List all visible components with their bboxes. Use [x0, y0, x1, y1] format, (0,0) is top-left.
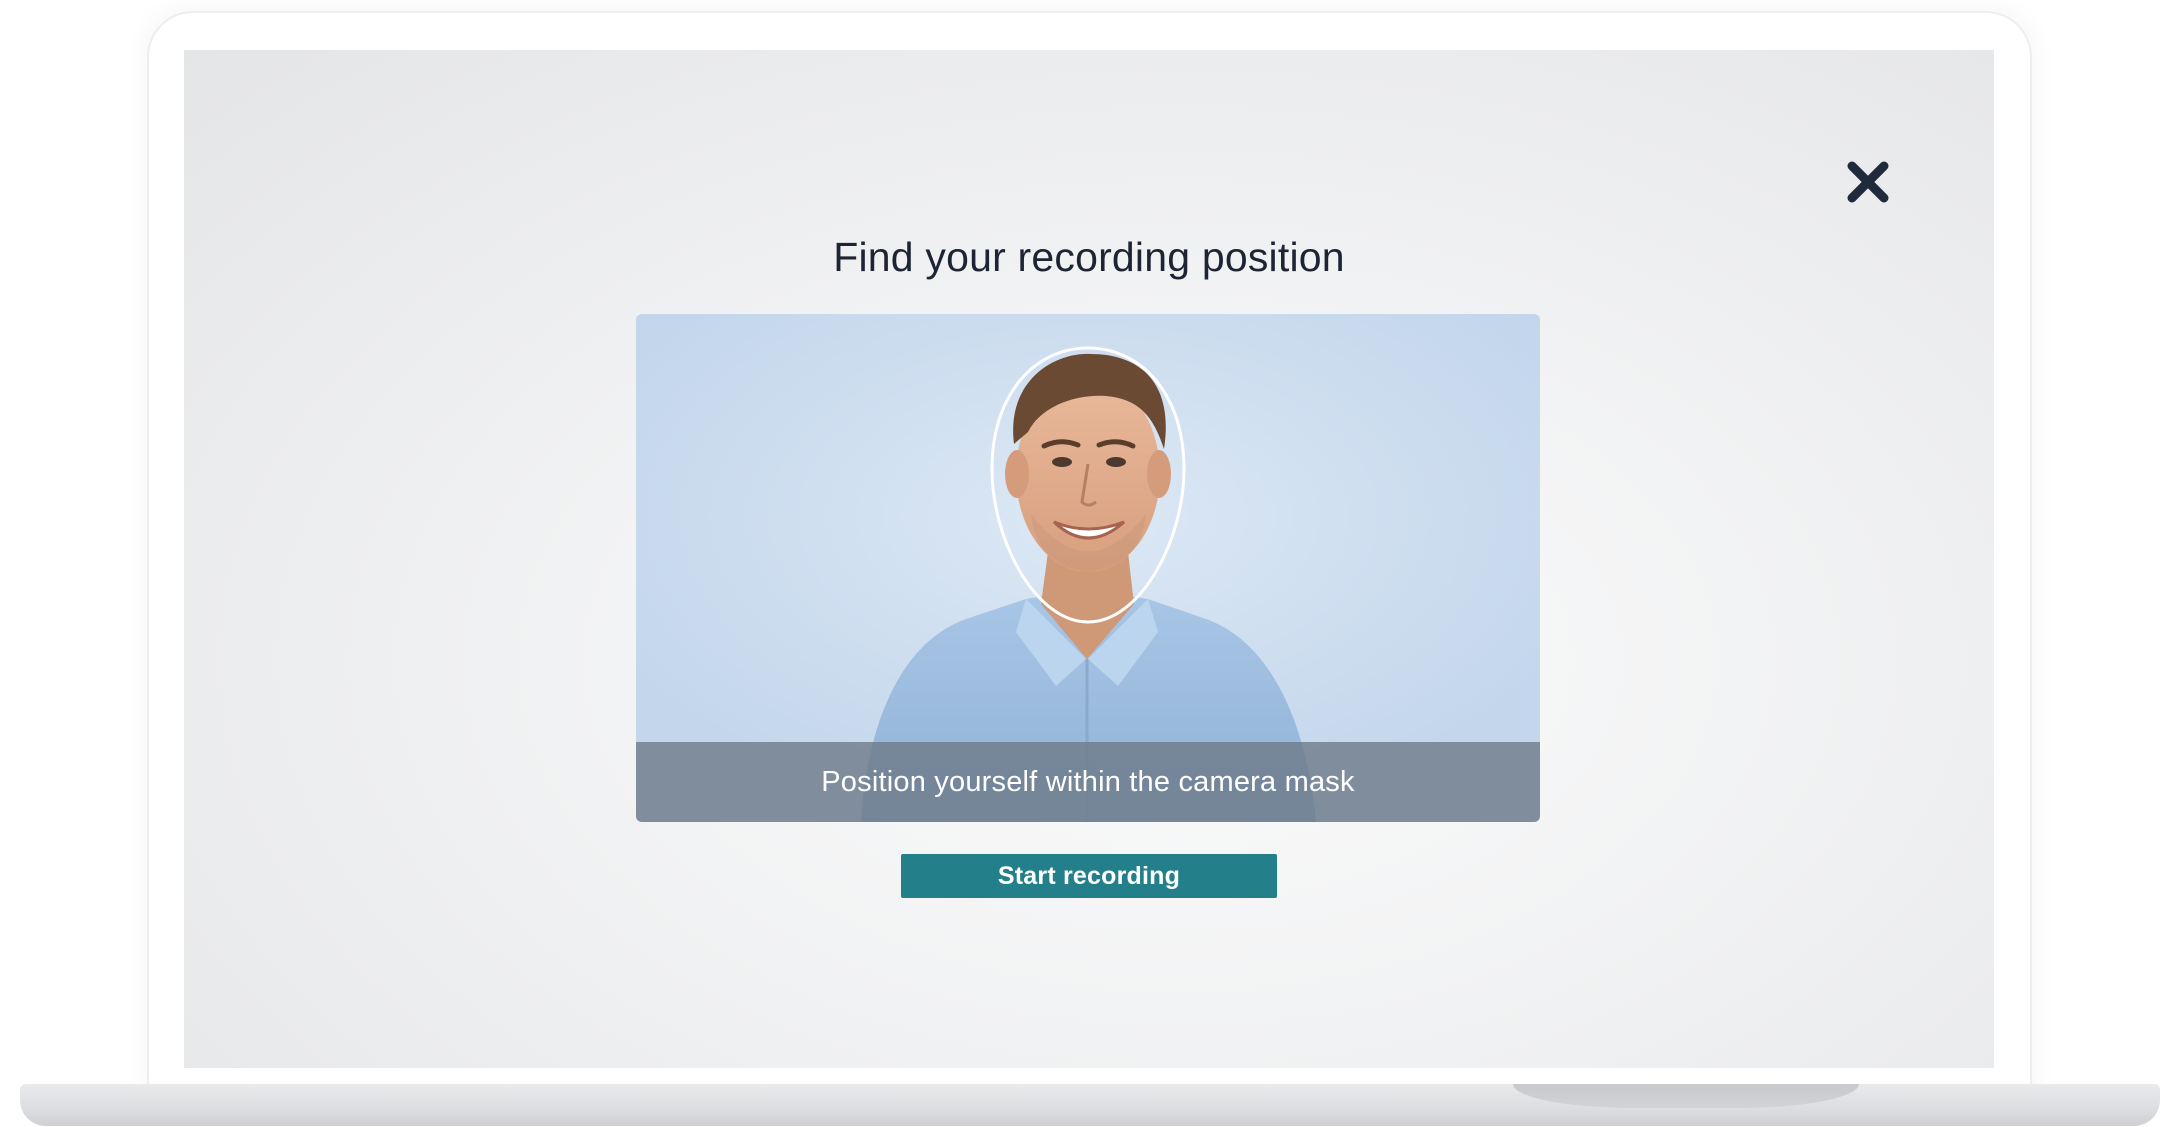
- page-title: Find your recording position: [833, 234, 1345, 280]
- camera-preview: Position yourself within the camera mask: [636, 314, 1540, 822]
- start-recording-button[interactable]: Start recording: [901, 854, 1277, 898]
- close-icon: [1847, 161, 1889, 203]
- camera-mask-instruction: Position yourself within the camera mask: [821, 765, 1355, 798]
- close-button[interactable]: [1844, 158, 1892, 206]
- caption-bar: Position yourself within the camera mask: [636, 742, 1540, 822]
- recording-setup-screen: Find your recording position Position yo…: [184, 50, 1994, 1068]
